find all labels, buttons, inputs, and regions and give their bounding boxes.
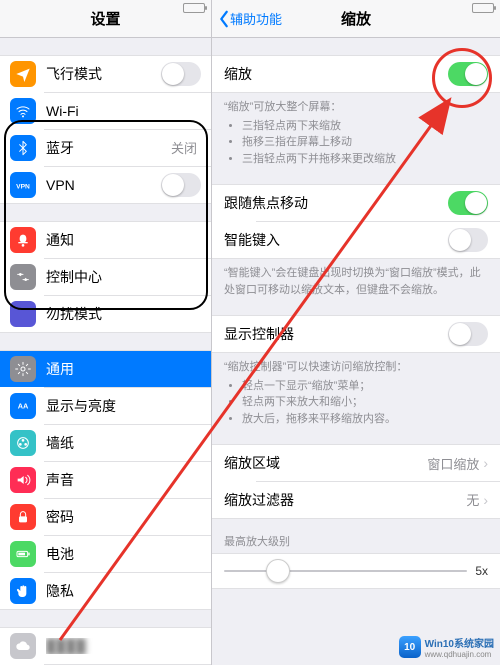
zoom-note: “缩放”可放大整个屏幕： 三指轻点两下来缩放拖移三指在屏幕上移动三指轻点两下并拖… — [212, 93, 500, 167]
left-header: 设置 — [0, 0, 211, 38]
sidebar-item-label: 勿扰模式 — [46, 304, 201, 324]
chevron-right-icon: › — [483, 492, 488, 508]
sidebar-item-label: 声音 — [46, 470, 201, 490]
cloud-icon — [10, 633, 36, 659]
back-label: 辅助功能 — [230, 9, 282, 28]
sidebar-item-label: 电池 — [46, 544, 201, 564]
sound-icon — [10, 467, 36, 493]
zoom-toggle-row[interactable]: 缩放 — [212, 55, 500, 93]
right-header: 辅助功能 缩放 — [212, 0, 500, 38]
switch[interactable] — [161, 62, 201, 86]
follow-label: 跟随焦点移动 — [224, 193, 448, 213]
sidebar-item-label: 控制中心 — [46, 267, 201, 287]
lock-icon — [10, 504, 36, 530]
zoom-label: 缩放 — [224, 64, 448, 84]
hand-icon — [10, 578, 36, 604]
sidebar-item-label: 显示与亮度 — [46, 396, 201, 416]
bluetooth-icon — [10, 135, 36, 161]
battery-icon — [10, 541, 36, 567]
sidebar-item-cloud[interactable]: ████ — [0, 627, 211, 665]
zoom-filter-row[interactable]: 缩放过滤器 无 › — [212, 481, 500, 519]
watermark: 10 Win10系统家园 www.qdhuajin.com — [399, 635, 494, 659]
slider-thumb[interactable] — [266, 559, 290, 583]
bell-icon — [10, 227, 36, 253]
smart-typing-row[interactable]: 智能键入 — [212, 221, 500, 259]
sidebar-item-label: 通用 — [46, 359, 201, 379]
sidebar-item-label: 蓝牙 — [46, 138, 171, 158]
sidebar-item-蓝牙[interactable]: 蓝牙关闭 — [0, 129, 211, 167]
filter-value: 无 — [466, 490, 479, 509]
zoom-title: 缩放 — [341, 8, 371, 29]
sidebar-item-label: 墙纸 — [46, 433, 201, 453]
gear-icon — [10, 356, 36, 382]
wifi-icon — [10, 98, 36, 124]
max-zoom-value: 5x — [475, 564, 488, 578]
settings-title: 设置 — [90, 8, 120, 29]
filter-label: 缩放过滤器 — [224, 490, 466, 510]
max-zoom-slider-row[interactable]: 5x — [212, 553, 500, 589]
svg-text:AA: AA — [18, 401, 29, 410]
chevron-right-icon: › — [483, 455, 488, 471]
sidebar-item-Wi-Fi[interactable]: Wi-Fi — [0, 92, 211, 130]
zoom-switch[interactable] — [448, 62, 488, 86]
sidebar-item-控制中心[interactable]: 控制中心 — [0, 258, 211, 296]
controller-switch[interactable] — [448, 322, 488, 346]
sidebar-item-墙纸[interactable]: 墙纸 — [0, 424, 211, 462]
back-button[interactable]: 辅助功能 — [218, 0, 282, 37]
control-icon — [10, 264, 36, 290]
battery-icon — [472, 3, 494, 13]
show-controller-row[interactable]: 显示控制器 — [212, 315, 500, 353]
max-zoom-slider[interactable] — [224, 570, 467, 572]
smart-note: “智能键入”会在键盘出现时切换为“窗口缩放”模式，此处窗口可移动以缩放文本，但键… — [212, 259, 500, 298]
region-label: 缩放区域 — [224, 453, 427, 473]
sidebar-item-label: 隐私 — [46, 581, 201, 601]
vpn-icon: VPN — [10, 172, 36, 198]
smart-switch[interactable] — [448, 228, 488, 252]
follow-switch[interactable] — [448, 191, 488, 215]
sidebar-item-密码[interactable]: 密码 — [0, 498, 211, 536]
sidebar-item-声音[interactable]: 声音 — [0, 461, 211, 499]
smart-label: 智能键入 — [224, 230, 448, 250]
controller-note: “缩放控制器”可以快速访问缩放控制： 轻点一下显示“缩放”菜单；轻点两下来放大和… — [212, 353, 500, 427]
battery-icon — [183, 3, 205, 13]
sidebar-item-显示与亮度[interactable]: AA 显示与亮度 — [0, 387, 211, 425]
airplane-icon — [10, 61, 36, 87]
sidebar-item-label: 通知 — [46, 230, 201, 250]
sidebar-item-电池[interactable]: 电池 — [0, 535, 211, 573]
sidebar-item-隐私[interactable]: 隐私 — [0, 572, 211, 610]
sidebar-item-通用[interactable]: 通用 — [0, 350, 211, 388]
sidebar-item-label: ████ — [46, 638, 201, 654]
max-zoom-label: 最高放大级别 — [212, 519, 500, 553]
sidebar-item-VPN[interactable]: VPN VPN — [0, 166, 211, 204]
sidebar-item-label: 飞行模式 — [46, 64, 161, 84]
sidebar-item-勿扰模式[interactable]: 勿扰模式 — [0, 295, 211, 333]
moon-icon — [10, 301, 36, 327]
zoom-region-row[interactable]: 缩放区域 窗口缩放 › — [212, 444, 500, 482]
sidebar-item-通知[interactable]: 通知 — [0, 221, 211, 259]
sidebar-item-label: 密码 — [46, 507, 201, 527]
wallpaper-icon — [10, 430, 36, 456]
controller-label: 显示控制器 — [224, 324, 448, 344]
follow-focus-row[interactable]: 跟随焦点移动 — [212, 184, 500, 222]
watermark-logo-icon: 10 — [399, 636, 421, 658]
switch[interactable] — [161, 173, 201, 197]
sidebar-item-label: VPN — [46, 177, 161, 193]
svg-text:VPN: VPN — [16, 183, 30, 190]
region-value: 窗口缩放 — [427, 454, 479, 473]
sidebar-item-飞行模式[interactable]: 飞行模式 — [0, 55, 211, 93]
display-icon: AA — [10, 393, 36, 419]
sidebar-item-label: Wi-Fi — [46, 103, 197, 119]
